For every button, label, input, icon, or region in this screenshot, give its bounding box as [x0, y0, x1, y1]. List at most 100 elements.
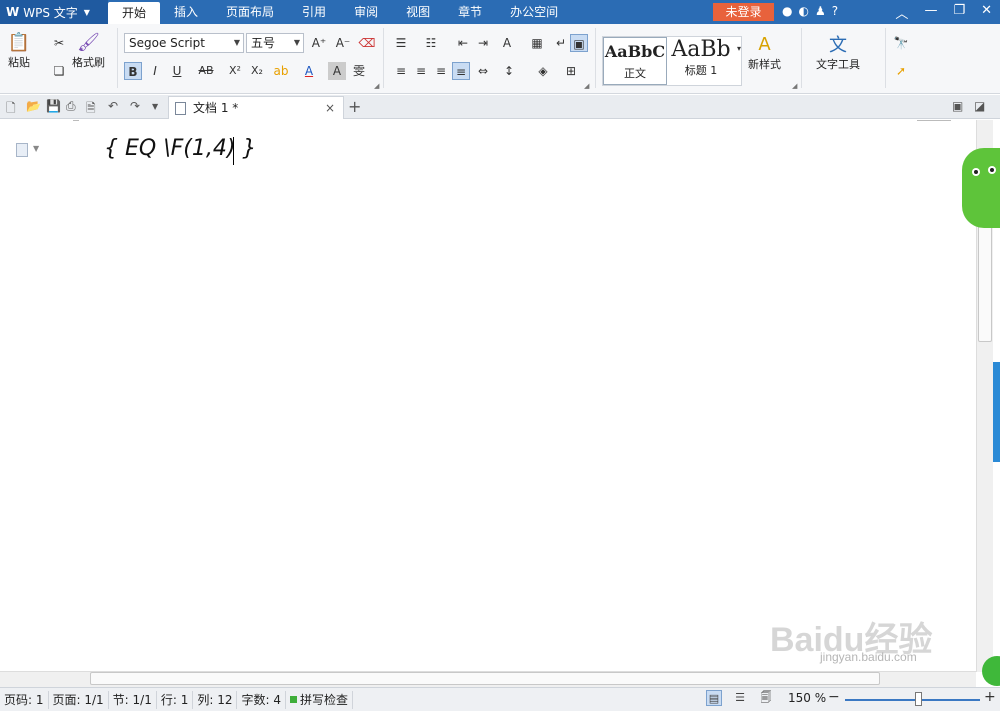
- ribbon: 📋 粘贴 ✂ ❏ 🖌 格式刷 Segoe Script ▼ 五号 ▼ A⁺ A⁻…: [0, 24, 1000, 94]
- tab-insert[interactable]: 插入: [160, 0, 212, 24]
- align-center-icon[interactable]: ≡: [412, 62, 430, 80]
- shield-icon[interactable]: ●: [782, 4, 792, 18]
- styles-dialog-launcher-icon[interactable]: ◢: [792, 82, 797, 90]
- save-icon[interactable]: 💾: [46, 99, 61, 113]
- open-icon[interactable]: 📂: [26, 99, 41, 113]
- font-size-value: 五号: [251, 36, 276, 50]
- phonetic-guide-icon[interactable]: 雯: [350, 62, 368, 80]
- help-icon[interactable]: ?: [832, 4, 838, 18]
- char-shading-icon[interactable]: A: [328, 62, 346, 80]
- collapse-ribbon-icon[interactable]: ︿: [895, 3, 908, 22]
- line-spacing-icon[interactable]: ↕: [500, 62, 518, 80]
- cut-icon[interactable]: ✂: [50, 34, 68, 52]
- font-dialog-launcher-icon[interactable]: ◢: [374, 82, 379, 90]
- side-panel-toggle[interactable]: [993, 362, 1000, 462]
- panel-icon[interactable]: ◪: [974, 99, 985, 113]
- zoom-in-icon[interactable]: +: [984, 689, 996, 705]
- web-view-icon[interactable]: 🗐: [758, 690, 774, 706]
- minimize-icon[interactable]: —: [924, 3, 937, 22]
- numbered-list-icon[interactable]: ☷: [422, 34, 440, 52]
- increase-indent-icon[interactable]: ⇥: [474, 34, 492, 52]
- shrink-font-icon[interactable]: A⁻: [334, 34, 352, 52]
- new-doc-icon[interactable]: 🗋: [6, 99, 16, 120]
- zoom-slider-track[interactable]: [845, 699, 980, 701]
- zoom-out-icon[interactable]: −: [828, 689, 840, 705]
- new-tab-icon[interactable]: +: [348, 97, 361, 116]
- brush-icon: 🖌: [77, 31, 100, 53]
- chevron-down-icon: ▼: [233, 38, 240, 47]
- redo-icon[interactable]: ↷: [130, 99, 140, 113]
- align-left-icon[interactable]: ≡: [392, 62, 410, 80]
- select-icon[interactable]: ➚: [892, 62, 910, 80]
- outline-view-icon[interactable]: ☰: [732, 690, 748, 706]
- assistant-icon[interactable]: [982, 656, 1000, 686]
- status-words[interactable]: 字数: 4: [237, 690, 286, 709]
- restore-icon[interactable]: ❐: [953, 3, 965, 22]
- font-size-select[interactable]: 五号 ▼: [246, 33, 304, 53]
- status-pages[interactable]: 页面: 1/1: [49, 690, 109, 709]
- copy-icon[interactable]: ❏: [50, 62, 68, 80]
- page-view-icon[interactable]: ▤: [706, 690, 722, 706]
- tab-home[interactable]: 开始: [108, 2, 161, 24]
- skin-icon[interactable]: ◐: [798, 4, 808, 18]
- decrease-indent-icon[interactable]: ⇤: [454, 34, 472, 52]
- status-page[interactable]: 页码: 1: [0, 690, 49, 709]
- horizontal-scroll-thumb[interactable]: [90, 672, 880, 685]
- strikethrough-button[interactable]: AB: [194, 62, 218, 80]
- close-tab-icon[interactable]: ×: [325, 97, 335, 119]
- subscript-button[interactable]: X₂: [248, 62, 266, 80]
- paragraph-mark-icon[interactable]: ↵: [552, 34, 570, 52]
- text-tools-button[interactable]: 文 文字工具: [816, 32, 860, 72]
- tab-review[interactable]: 审阅: [340, 0, 392, 24]
- tab-view[interactable]: 视图: [392, 0, 444, 24]
- border-icon[interactable]: ⊞: [562, 62, 580, 80]
- status-section[interactable]: 节: 1/1: [109, 690, 157, 709]
- zoom-level[interactable]: 150 %: [788, 690, 826, 706]
- tab-references[interactable]: 引用: [288, 0, 340, 24]
- tab-office-space[interactable]: 办公空间: [496, 0, 572, 24]
- bold-button[interactable]: B: [124, 62, 142, 80]
- pin-icon[interactable]: ▣: [952, 99, 963, 113]
- underline-button[interactable]: U: [168, 62, 186, 80]
- grow-font-icon[interactable]: A⁺: [310, 34, 328, 52]
- paragraph-dialog-launcher-icon[interactable]: ◢: [584, 82, 589, 90]
- tab-chapter[interactable]: 章节: [444, 0, 496, 24]
- highlight-icon[interactable]: ab: [272, 62, 290, 80]
- app-menu-button[interactable]: W WPS 文字 ▼: [0, 0, 108, 24]
- document-tab[interactable]: 文档 1 * ×: [168, 96, 344, 119]
- distribute-icon[interactable]: ⇔: [474, 62, 492, 80]
- print-preview-icon[interactable]: 🗎: [86, 99, 96, 120]
- font-name-select[interactable]: Segoe Script ▼: [124, 33, 244, 53]
- shirt-icon[interactable]: ♟: [815, 4, 826, 18]
- change-case-icon[interactable]: A: [498, 34, 516, 52]
- text-box-icon[interactable]: ▣: [570, 34, 588, 52]
- format-painter-button[interactable]: 🖌 格式刷: [72, 30, 105, 70]
- justify-icon[interactable]: ≡: [452, 62, 470, 80]
- font-color-icon[interactable]: A: [300, 62, 318, 80]
- align-right-icon[interactable]: ≡: [432, 62, 450, 80]
- superscript-button[interactable]: X²: [226, 62, 244, 80]
- login-button[interactable]: 未登录: [713, 3, 774, 21]
- paste-button[interactable]: 📋 粘贴: [6, 30, 32, 70]
- close-icon[interactable]: ✕: [981, 3, 992, 22]
- print-icon[interactable]: ⎙: [66, 99, 76, 114]
- undo-icon[interactable]: ↶: [108, 99, 118, 113]
- shading-icon[interactable]: ◈: [534, 62, 552, 80]
- find-icon[interactable]: 🔭: [892, 34, 910, 52]
- italic-button[interactable]: I: [146, 62, 164, 80]
- paragraph-handle-icon[interactable]: [16, 143, 28, 157]
- gallery-more-icon[interactable]: ▾: [730, 40, 748, 58]
- zoom-slider-handle[interactable]: [915, 692, 922, 706]
- bullet-list-icon[interactable]: ☰: [392, 34, 410, 52]
- new-style-button[interactable]: A 新样式: [748, 32, 781, 72]
- customize-toolbar-icon[interactable]: ▼: [152, 102, 158, 111]
- spell-check-toggle[interactable]: 拼写检查: [286, 690, 353, 709]
- table-icon[interactable]: ▦: [528, 34, 546, 52]
- mascot-icon[interactable]: [962, 148, 1000, 228]
- document-page[interactable]: [0, 120, 976, 672]
- tab-page-layout[interactable]: 页面布局: [212, 0, 288, 24]
- style-normal[interactable]: AaBbC 正文: [603, 37, 667, 85]
- clear-format-icon[interactable]: ⌫: [358, 34, 376, 52]
- style-heading-1[interactable]: AaBb 标题 1: [669, 37, 733, 85]
- menu-tools: ● ◐ ♟ ?: [782, 4, 838, 18]
